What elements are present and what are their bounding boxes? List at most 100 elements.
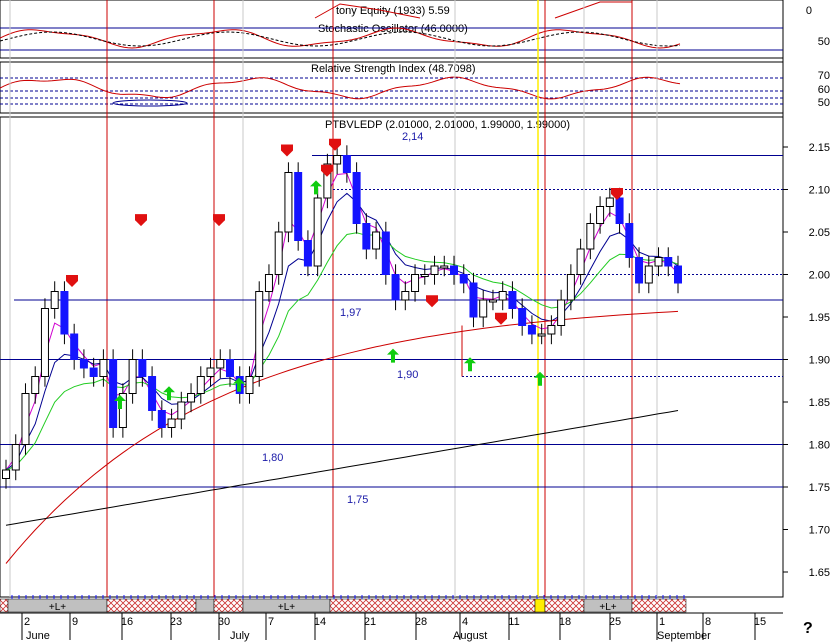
candle — [31, 366, 40, 404]
candle-body — [79, 359, 88, 369]
day-label: 18 — [559, 616, 571, 628]
buy-arrow-icon — [310, 180, 322, 195]
candle-body — [391, 274, 400, 301]
day-label: 11 — [508, 616, 519, 628]
rsi-line — [0, 76, 681, 100]
candle — [596, 196, 605, 234]
level-label-1-75: 1,75 — [347, 494, 368, 506]
rsi-tick-70: 70 — [818, 70, 830, 82]
candle — [518, 298, 527, 336]
day-label: 30 — [218, 616, 230, 628]
candle-body — [109, 359, 118, 428]
period-band-segment — [534, 598, 546, 613]
candle — [128, 349, 137, 404]
candle — [206, 357, 215, 387]
candle — [644, 255, 653, 294]
candle-body — [303, 240, 312, 267]
candle-body — [216, 359, 225, 369]
candle-body — [557, 299, 566, 326]
level-label-2-14: 2,14 — [402, 131, 423, 143]
candle — [537, 323, 546, 345]
buy-arrow-icon — [163, 386, 175, 401]
candle-body — [605, 197, 614, 207]
candle-body — [479, 299, 488, 318]
candle-body — [60, 291, 69, 335]
stoch-tick-50: 50 — [818, 36, 830, 48]
candle-body — [128, 359, 137, 394]
price-tick-label: 1.90 — [809, 355, 830, 367]
period-band-segment — [0, 598, 9, 613]
candle-body — [527, 325, 536, 335]
candle-body — [450, 265, 458, 275]
month-label: September — [657, 630, 711, 642]
buy-arrow-icon — [534, 371, 546, 386]
day-label: 1 — [659, 616, 665, 628]
band-label: +L+ — [278, 602, 295, 613]
candle — [148, 366, 157, 421]
candle-body — [50, 291, 59, 309]
period-band-segment — [213, 598, 244, 613]
candle-body — [381, 231, 390, 275]
candle — [401, 281, 410, 311]
period-band-segment — [544, 598, 585, 613]
price-tick-label: 1.80 — [809, 440, 830, 452]
candle-body — [342, 155, 351, 173]
top-panel-line — [554, 1, 633, 19]
candle-body — [654, 257, 663, 267]
candle — [430, 255, 439, 285]
candle — [459, 264, 468, 294]
band-label: +L+ — [599, 602, 616, 613]
candle — [420, 264, 429, 285]
candle-body — [498, 291, 507, 301]
candle-body — [401, 291, 410, 301]
candle-body — [177, 401, 186, 420]
candle — [284, 162, 293, 243]
sell-arrow-icon — [135, 214, 147, 227]
candle-body — [508, 291, 517, 309]
day-label: 9 — [72, 616, 78, 628]
candle-body — [430, 265, 439, 275]
candle — [226, 349, 234, 387]
price-chart: tony Equity (1933) 5.59 Stochastic Oscil… — [0, 0, 830, 642]
candle — [196, 366, 205, 404]
day-label: 15 — [754, 616, 766, 628]
top-panel-title: tony Equity (1933) 5.59 — [336, 5, 450, 17]
candle — [527, 315, 536, 345]
candle-body — [411, 274, 420, 292]
candle-body — [420, 274, 429, 277]
candle-body — [89, 367, 98, 377]
candle — [216, 349, 225, 379]
sell-arrow-icon — [495, 312, 507, 325]
candle-body — [635, 257, 644, 284]
candle — [245, 366, 254, 404]
day-label: 4 — [462, 616, 468, 628]
candle-body — [615, 197, 624, 224]
rsi-tick-60: 60 — [818, 84, 830, 96]
day-label: 21 — [364, 616, 376, 628]
price-tick-label: 2.10 — [809, 185, 830, 197]
help-icon[interactable]: ? — [803, 620, 813, 637]
candle — [469, 272, 478, 328]
candle-body — [187, 393, 196, 403]
candle — [352, 162, 361, 234]
sell-arrow-icon — [329, 138, 341, 151]
candle — [11, 434, 20, 481]
candle-body — [196, 376, 205, 394]
day-label: 25 — [609, 616, 621, 628]
candle — [391, 264, 400, 311]
candle-body — [596, 206, 605, 224]
candle — [342, 145, 351, 183]
candle — [60, 281, 69, 345]
candle — [557, 289, 566, 336]
period-band-segment — [329, 598, 536, 613]
candle-body — [21, 393, 30, 445]
candle — [2, 459, 10, 489]
candle-body — [333, 155, 342, 165]
level-label-1-80: 1,80 — [262, 452, 283, 464]
candle-body — [40, 308, 49, 377]
candle — [450, 255, 458, 285]
candle-body — [274, 231, 283, 275]
candle — [654, 247, 663, 277]
level-label-1-90: 1,90 — [397, 369, 418, 381]
candle-body — [2, 469, 10, 479]
